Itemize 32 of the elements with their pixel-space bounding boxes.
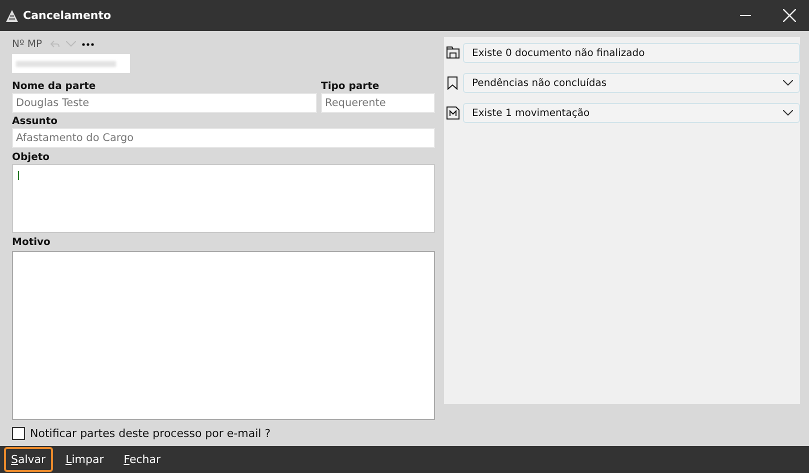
panel-item[interactable]: Pendências não concluídas (463, 73, 800, 93)
field-label: Motivo (12, 236, 52, 249)
document-stack-icon (446, 46, 460, 60)
text-cursor-icon (18, 171, 19, 180)
action-button[interactable]: Salvar (4, 447, 53, 472)
panel-item[interactable]: Existe 0 documento não finalizado (463, 43, 800, 63)
panel-item-text: Pendências não concluídas (472, 78, 607, 88)
bookmark-icon (446, 76, 460, 90)
action-button[interactable]: Limpar (58, 447, 111, 472)
app-logo-icon (6, 10, 18, 22)
text-field[interactable]: Douglas Teste (12, 93, 317, 113)
field-label: Tipo parte (321, 80, 380, 93)
window-title: Cancelamento (23, 9, 112, 22)
text-field[interactable]: Afastamento do Cargo (12, 128, 435, 148)
minimize-icon[interactable] (740, 14, 750, 16)
close-icon[interactable] (782, 9, 796, 22)
mp-number-field[interactable] (12, 54, 130, 73)
action-button[interactable]: Fechar (116, 447, 168, 472)
checkbox-label: Notificar partes deste processo por e-mail ? (30, 426, 271, 440)
field-label: Nº MP (12, 38, 42, 50)
field-label: Nome da parte (12, 80, 97, 93)
text-field[interactable]: Requerente (321, 93, 435, 113)
checkbox[interactable] (12, 426, 25, 440)
chevron-down-icon[interactable] (783, 80, 793, 86)
chevron-down-icon[interactable] (783, 110, 793, 116)
more-icon[interactable] (82, 42, 94, 46)
document-m-icon (446, 106, 460, 120)
field-label: Objeto (12, 151, 51, 164)
panel-item-text: Existe 0 documento não finalizado (472, 48, 645, 58)
panel-item[interactable]: Existe 1 movimentação (463, 103, 800, 123)
panel-item-text: Existe 1 movimentação (472, 108, 590, 118)
field-label: Assunto (12, 115, 59, 128)
